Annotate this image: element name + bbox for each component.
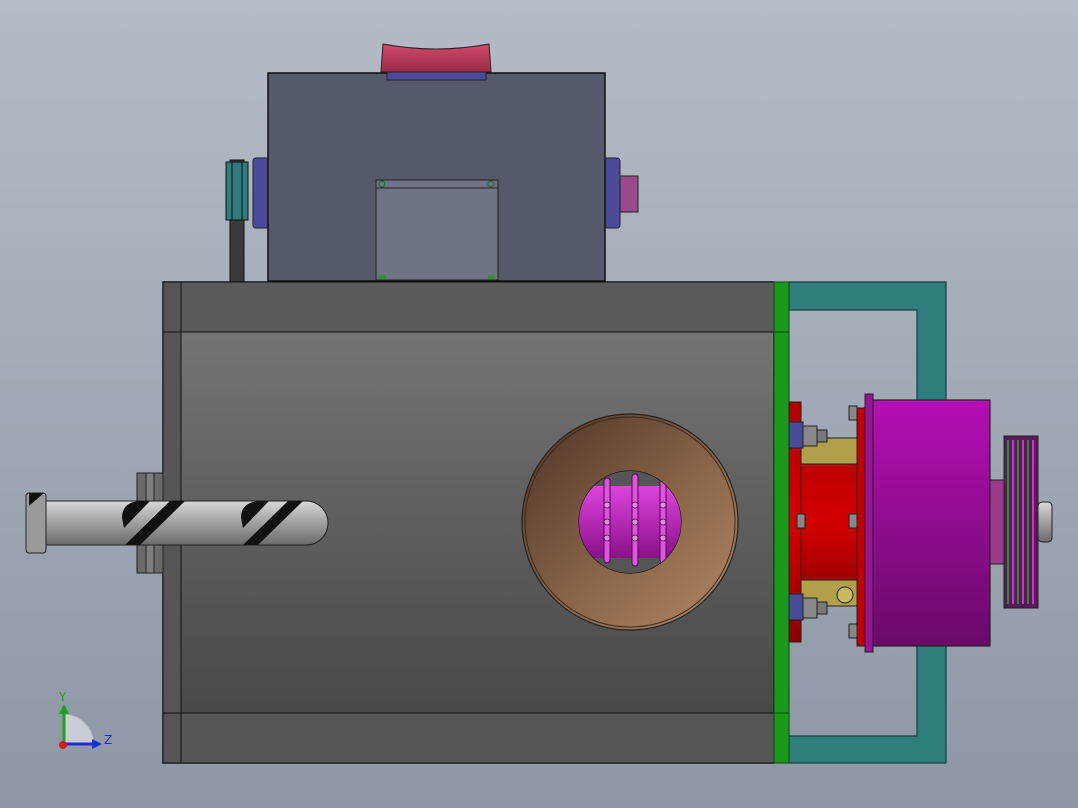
motor-pulley [225,161,249,221]
pulley-hub [989,479,1005,565]
motor-shaft-end [619,175,639,213]
panel-foot [488,275,495,279]
x-axis-dot [59,741,67,749]
z-axis-label: Z [104,733,112,747]
cad-viewport[interactable]: Y Z [0,0,1078,808]
motor-assembly[interactable] [225,43,639,283]
bronze-bushing[interactable] [521,413,739,631]
motor-bearing-left [252,157,270,229]
rotor-core [579,471,681,573]
model-view[interactable]: Y Z [0,0,1078,808]
motor-bearing-right [603,157,621,229]
panel-foot [379,275,386,279]
pulley-flange [856,407,866,647]
motor-cap-base [386,71,487,81]
y-axis-label: Y [58,690,67,704]
driven-pulley[interactable] [872,399,991,647]
output-shaft-end [1037,501,1053,543]
housing-top-rail [162,281,775,333]
end-plate [773,281,790,764]
housing-bottom-rail [162,712,775,764]
terminal-box[interactable] [375,179,499,281]
